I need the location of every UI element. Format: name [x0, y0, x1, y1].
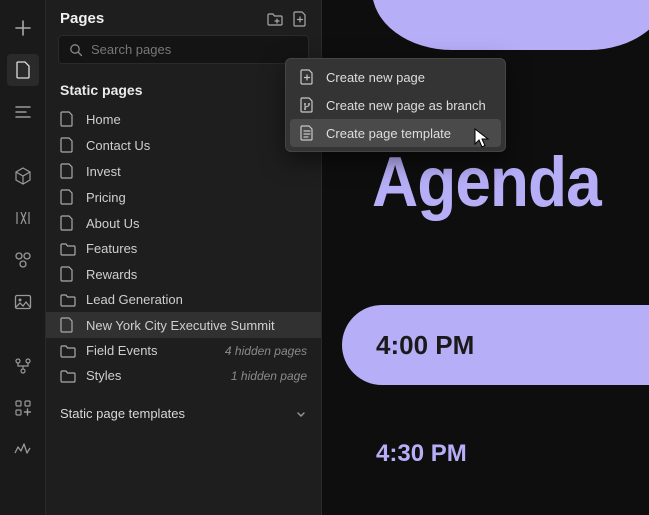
hidden-pages-label: 1 hidden page — [231, 369, 307, 383]
time-card-1: 4:00 PM — [342, 305, 649, 385]
menu-item-icon — [300, 97, 316, 113]
left-toolbar — [0, 0, 46, 515]
menu-item[interactable]: Create new page as branch — [290, 91, 501, 119]
box-icon[interactable] — [7, 160, 39, 192]
menu-item-icon — [300, 125, 316, 141]
context-menu: Create new page Create new page as branch… — [285, 58, 506, 152]
search-input[interactable] — [91, 42, 298, 57]
page-label: Field Events — [86, 343, 158, 358]
page-list: Home Contact Us Invest Pricing About Us Featu… — [46, 106, 321, 388]
audit-icon[interactable] — [7, 434, 39, 466]
menu-item-label: Create new page — [326, 70, 425, 85]
page-row[interactable]: Field Events 4 hidden pages — [46, 338, 321, 363]
page-row[interactable]: Contact Us — [46, 132, 321, 158]
page-row[interactable]: Home — [46, 106, 321, 132]
agenda-heading: Agenda — [372, 141, 601, 222]
file-icon — [60, 317, 76, 333]
templates-section[interactable]: Static page templates — [46, 394, 321, 433]
menu-item-label: Create page template — [326, 126, 451, 141]
folder-icon — [60, 242, 76, 256]
page-label: Home — [86, 112, 121, 127]
page-label: Rewards — [86, 267, 137, 282]
cms-icon[interactable] — [7, 350, 39, 382]
page-label: Styles — [86, 368, 121, 383]
menu-item[interactable]: Create new page — [290, 63, 501, 91]
page-label: New York City Executive Summit — [86, 318, 275, 333]
file-icon — [60, 163, 76, 179]
file-icon — [60, 137, 76, 153]
page-label: Lead Generation — [86, 292, 183, 307]
apps-icon[interactable] — [7, 392, 39, 424]
folder-icon — [60, 369, 76, 383]
file-icon — [60, 266, 76, 282]
hidden-pages-label: 4 hidden pages — [225, 344, 307, 358]
menu-item-label: Create new page as branch — [326, 98, 486, 113]
search-input-wrap[interactable] — [58, 35, 309, 64]
static-pages-heading: Static pages — [46, 74, 321, 106]
folder-icon — [60, 293, 76, 307]
page-row[interactable]: Pricing — [46, 184, 321, 210]
new-folder-icon[interactable] — [267, 11, 283, 27]
styles-icon[interactable] — [7, 244, 39, 276]
time-2-label: 4:30 PM — [376, 440, 467, 468]
page-label: Invest — [86, 164, 121, 179]
chevron-down-icon — [295, 408, 307, 420]
page-label: Pricing — [86, 190, 126, 205]
page-label: Contact Us — [86, 138, 150, 153]
design-header-shape — [372, 0, 649, 50]
page-row[interactable]: Rewards — [46, 261, 321, 287]
new-page-icon[interactable] — [293, 11, 307, 27]
page-row[interactable]: Features — [46, 236, 321, 261]
file-icon — [60, 111, 76, 127]
navigator-icon[interactable] — [7, 96, 39, 128]
page-row[interactable]: Styles 1 hidden page — [46, 363, 321, 388]
variables-icon[interactable] — [7, 202, 39, 234]
pages-icon[interactable] — [7, 54, 39, 86]
page-row[interactable]: About Us — [46, 210, 321, 236]
panel-title: Pages — [60, 10, 104, 27]
page-row[interactable]: Invest — [46, 158, 321, 184]
folder-icon — [60, 344, 76, 358]
page-row[interactable]: Lead Generation — [46, 287, 321, 312]
add-button[interactable] — [7, 12, 39, 44]
templates-label: Static page templates — [60, 406, 185, 421]
assets-icon[interactable] — [7, 286, 39, 318]
time-1-label: 4:00 PM — [376, 330, 474, 361]
search-icon — [69, 43, 83, 57]
page-label: About Us — [86, 216, 139, 231]
page-row[interactable]: New York City Executive Summit — [46, 312, 321, 338]
menu-item[interactable]: Create page template — [290, 119, 501, 147]
file-icon — [60, 215, 76, 231]
menu-item-icon — [300, 69, 316, 85]
panel-header: Pages — [46, 0, 321, 35]
pages-panel: Pages Static pages Home Contact Us Invest P… — [46, 0, 322, 515]
page-label: Features — [86, 241, 137, 256]
file-icon — [60, 189, 76, 205]
